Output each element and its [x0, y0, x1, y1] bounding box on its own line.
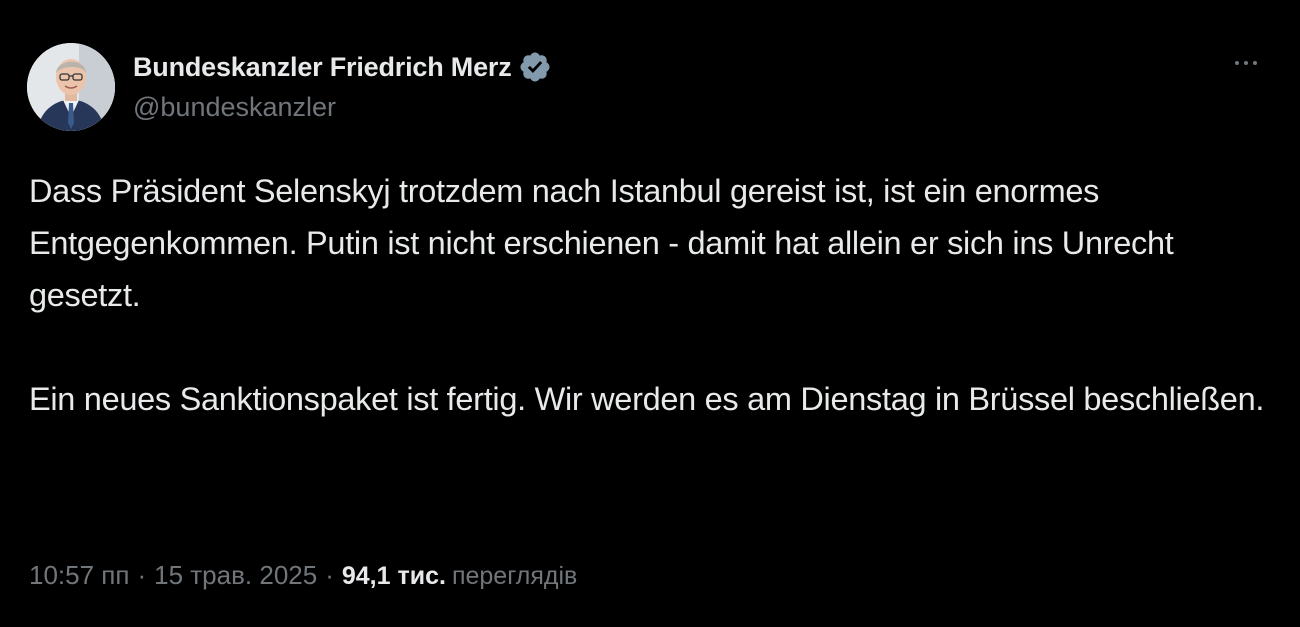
tweet-paragraph: Dass Präsident Selenskyj trotzdem nach I… [29, 173, 1174, 313]
tweet-time[interactable]: 10:57 пп [29, 560, 129, 591]
more-dot [1244, 61, 1248, 65]
views-label: переглядів [451, 562, 578, 590]
meta-separator: · [325, 560, 334, 590]
avatar[interactable] [27, 43, 115, 131]
verified-badge-icon[interactable] [518, 50, 552, 84]
more-dot [1253, 61, 1257, 65]
author-display-name[interactable]: Bundeskanzler Friedrich Merz [133, 52, 512, 83]
views-count: 94,1 тис. [341, 562, 446, 590]
more-dot [1235, 61, 1239, 65]
avatar-image [27, 43, 115, 131]
meta-separator: · [137, 560, 147, 590]
tweet-metadata: 10:57 пп · 15 трав. 2025 · 94,1 тис. пер… [29, 560, 577, 591]
author-name-row: Bundeskanzler Friedrich Merz [133, 47, 552, 87]
tweet-paragraph: Ein neues Sanktionspaket ist fertig. Wir… [29, 381, 1265, 417]
tweet-date[interactable]: 15 трав. 2025 [154, 560, 317, 591]
tweet-text: Dass Präsident Selenskyj trotzdem nach I… [29, 165, 1269, 425]
tweet-card: Bundeskanzler Friedrich Merz @bundeskanz… [0, 0, 1300, 627]
more-horizontal-icon[interactable] [1224, 48, 1268, 78]
author-handle[interactable]: @bundeskanzler [133, 92, 336, 123]
